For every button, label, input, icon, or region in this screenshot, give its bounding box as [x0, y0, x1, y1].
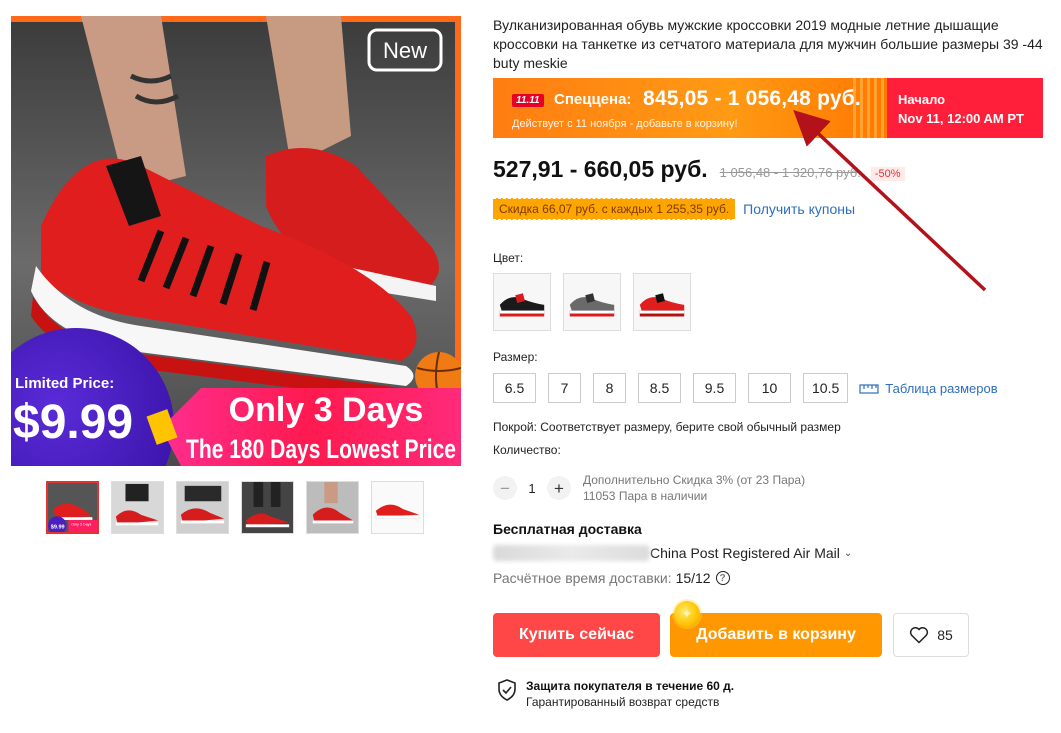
ruler-icon: [859, 384, 879, 394]
product-page: New Limited Price: $9.99 Only 3 Days The…: [0, 0, 1061, 733]
coupon-row: Скидка 66,07 руб. с каждых 1 255,35 руб.…: [493, 198, 855, 220]
thumbnail-mini-text: Only 3 Days: [71, 523, 91, 527]
size-option-10-5[interactable]: 10.5: [803, 373, 849, 403]
chevron-down-icon: ⌄: [843, 547, 853, 559]
buy-now-button[interactable]: Купить сейчас: [493, 613, 660, 657]
size-option-7[interactable]: 7: [548, 373, 581, 403]
coupon-tag: Скидка 66,07 руб. с каждых 1 255,35 руб.: [493, 198, 736, 220]
quantity-decrease-button[interactable]: −: [493, 476, 517, 500]
thumbnail-3[interactable]: [176, 481, 229, 534]
quantity-info: Дополнительно Скидка 3% (от 23 Пара) 110…: [583, 472, 805, 504]
promo-event-badge: 11.11: [512, 94, 544, 107]
new-badge: New: [383, 38, 427, 63]
promo-price: 845,05 - 1 056,48 руб.: [643, 87, 861, 110]
shipping-title: Бесплатная доставка: [493, 521, 642, 537]
grey-shoe-icon: [564, 274, 620, 330]
thumbnail-mini-price: $9.99: [51, 524, 65, 530]
action-buttons: Купить сейчас ✦ Добавить в корзину 85: [493, 601, 969, 657]
wishlist-count: 85: [937, 627, 953, 643]
thumbnail-strip: Only 3 Days $9.99: [46, 481, 424, 534]
buyer-protection: Защита покупателя в течение 60 д. Гарант…: [497, 679, 734, 709]
promo-start-label: Начало: [898, 92, 946, 107]
promo-banner: 11.11 Спеццена: 845,05 - 1 056,48 руб. Д…: [493, 78, 1043, 138]
size-option-10[interactable]: 10: [748, 373, 791, 403]
thumbnail-1[interactable]: Only 3 Days $9.99: [46, 481, 99, 534]
color-label: Цвет:: [493, 251, 524, 265]
red-shoe-icon: [634, 274, 690, 330]
banner-days: Only 3 Days: [229, 391, 424, 429]
protection-subtitle: Гарантированный возврат средств: [526, 695, 720, 709]
size-chart-link[interactable]: Таблица размеров: [859, 380, 998, 396]
thumbnail-image: [242, 482, 293, 533]
thumbnail-image: Only 3 Days $9.99: [48, 483, 97, 532]
size-label: Размер:: [493, 350, 538, 364]
size-chart-label: Таблица размеров: [885, 380, 998, 396]
shield-icon: [498, 679, 516, 701]
color-option-grey[interactable]: [563, 273, 621, 331]
blurred-destination: [493, 545, 650, 561]
size-option-9-5[interactable]: 9.5: [693, 373, 736, 403]
shipping-method: China Post Registered Air Mail: [650, 545, 840, 561]
delivery-estimate-value: 15/12: [675, 570, 711, 586]
price-row: 527,91 - 660,05 руб. 1 056,48 - 1 320,76…: [493, 156, 905, 183]
black-shoe-icon: [494, 274, 550, 330]
size-option-8-5[interactable]: 8.5: [638, 373, 681, 403]
promo-price-panel: 11.11 Спеццена: 845,05 - 1 056,48 руб. Д…: [493, 78, 887, 138]
size-option-6-5[interactable]: 6.5: [493, 373, 536, 403]
get-coupons-link[interactable]: Получить купоны: [743, 201, 855, 217]
add-to-cart-button[interactable]: ✦ Добавить в корзину: [670, 601, 882, 657]
current-price: 527,91 - 660,05 руб.: [493, 156, 708, 182]
fit-info: Покрой: Соответствует размеру, берите св…: [493, 420, 841, 434]
discount-badge: -50%: [870, 167, 905, 181]
delivery-estimate-label: Расчётное время доставки:: [493, 570, 672, 586]
original-price: 1 056,48 - 1 320,76 руб.: [719, 165, 861, 180]
help-icon[interactable]: ?: [715, 571, 730, 585]
thumbnail-image: [177, 482, 228, 533]
limited-price-value: $9.99: [13, 396, 133, 449]
quantity-value[interactable]: 1: [517, 481, 547, 496]
thumbnail-5[interactable]: [306, 481, 359, 534]
wishlist-button[interactable]: 85: [893, 613, 969, 657]
size-options: 6.5 7 8 8.5 9.5 10 10.5 Таблица размеров: [493, 373, 998, 403]
thumbnail-2[interactable]: [111, 481, 164, 534]
promo-start-panel: Начало Nov 11, 12:00 AM PT: [887, 78, 1043, 138]
protection-title: Защита покупателя в течение 60 д.: [526, 679, 735, 693]
thumbnail-4[interactable]: [241, 481, 294, 534]
limited-price-label: Limited Price:: [15, 375, 114, 392]
coin-icon: ✦: [674, 601, 700, 627]
shipping-method-row[interactable]: China Post Registered Air Mail ⌄: [493, 545, 852, 561]
color-option-black[interactable]: [493, 273, 551, 331]
color-options: [493, 273, 691, 331]
main-product-image[interactable]: New Limited Price: $9.99 Only 3 Days The…: [11, 16, 461, 466]
thumbnail-6[interactable]: [371, 481, 424, 534]
add-to-cart-label: Добавить в корзину: [696, 626, 856, 643]
size-option-8[interactable]: 8: [593, 373, 626, 403]
quantity-increase-button[interactable]: +: [547, 476, 571, 500]
shoe-photo: New Limited Price: $9.99 Only 3 Days The…: [11, 16, 461, 466]
thumbnail-image: [372, 482, 423, 533]
delivery-estimate: Расчётное время доставки: 15/12 ?: [493, 570, 730, 586]
extra-discount-text: Дополнительно Скидка 3% (от 23 Пара): [583, 473, 806, 487]
banner-lowest-price: The 180 Days Lowest Price: [186, 434, 456, 464]
thumbnail-image: [112, 482, 163, 533]
promo-subtitle: Действует с 11 ноября - добавьте в корзи…: [512, 118, 738, 130]
color-option-red[interactable]: [633, 273, 691, 331]
promo-start-time: Nov 11, 12:00 AM PT: [898, 111, 1024, 126]
thumbnail-image: [307, 482, 358, 533]
product-title: Вулканизированная обувь мужские кроссовк…: [493, 17, 1043, 71]
heart-icon: [910, 627, 929, 644]
stock-text: 11053 Пара в наличии: [583, 489, 708, 503]
quantity-label: Количество:: [493, 443, 561, 457]
promo-label: Спеццена:: [554, 91, 632, 108]
quantity-stepper: − 1 + Дополнительно Скидка 3% (от 23 Пар…: [493, 472, 805, 504]
